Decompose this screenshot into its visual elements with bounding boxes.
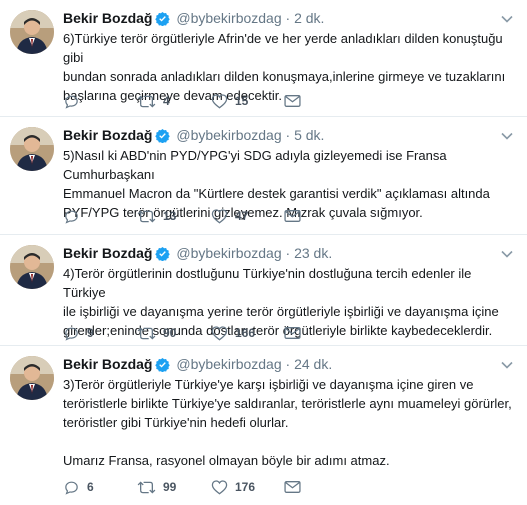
retweet-icon — [137, 208, 156, 225]
tweet-header: Bekir Bozdağ @bybekirbozdag · 23 dk. — [63, 244, 332, 265]
timestamp[interactable]: 2 dk. — [294, 10, 324, 26]
timestamp[interactable]: 5 dk. — [294, 127, 324, 143]
tweet[interactable]: Bekir Bozdağ @bybekirbozdag · 24 dk. 3)T… — [0, 346, 527, 505]
avatar[interactable] — [10, 245, 54, 289]
separator-dot: · — [285, 127, 291, 143]
retweet-button[interactable]: 90 — [137, 324, 176, 342]
retweet-button[interactable]: 4 — [137, 92, 170, 110]
timeline: Bekir Bozdağ @bybekirbozdag · 2 dk. 6)Tü… — [0, 0, 527, 505]
retweet-icon — [137, 93, 156, 110]
like-button[interactable]: 47 — [211, 207, 248, 225]
chevron-down-icon[interactable] — [501, 245, 513, 263]
retweet-icon — [137, 325, 156, 342]
timestamp[interactable]: 23 dk. — [294, 245, 332, 261]
tweet-text: 3)Terör örgütleriyle Türkiye'ye karşı iş… — [63, 377, 512, 468]
reply-icon — [63, 479, 80, 496]
reply-count: 9 — [87, 326, 94, 340]
heart-icon — [211, 208, 228, 224]
author-handle[interactable]: @bybekirbozdag — [176, 127, 281, 143]
tweet-header: Bekir Bozdağ @bybekirbozdag · 2 dk. — [63, 9, 324, 30]
reply-icon — [63, 325, 80, 342]
chevron-down-icon[interactable] — [501, 356, 513, 374]
retweet-count: 4 — [163, 94, 170, 108]
tweet-actions: 6 99 176 — [63, 478, 313, 496]
retweet-icon — [137, 479, 156, 496]
direct-message-button[interactable] — [284, 478, 301, 496]
retweet-button[interactable]: 99 — [137, 478, 176, 496]
separator-dot: · — [285, 356, 291, 372]
separator-dot: · — [285, 245, 291, 261]
separator-dot: · — [285, 10, 291, 26]
heart-icon — [211, 93, 228, 109]
like-button[interactable]: 176 — [211, 478, 255, 496]
author-handle[interactable]: @bybekirbozdag — [176, 10, 281, 26]
avatar[interactable] — [10, 127, 54, 171]
verified-badge-icon — [155, 11, 171, 30]
like-count: 166 — [235, 326, 256, 340]
verified-badge-icon — [155, 246, 171, 265]
avatar[interactable] — [10, 10, 54, 54]
envelope-icon — [284, 209, 301, 223]
chevron-down-icon[interactable] — [501, 127, 513, 145]
direct-message-button[interactable] — [284, 207, 301, 225]
tweet[interactable]: Bekir Bozdağ @bybekirbozdag · 23 dk. 4)T… — [0, 235, 527, 346]
reply-icon — [63, 208, 80, 225]
retweet-button[interactable]: 13 — [137, 207, 176, 225]
retweet-count: 99 — [163, 480, 177, 494]
verified-badge-icon — [155, 357, 171, 376]
reply-button[interactable]: 9 — [63, 324, 94, 342]
like-button[interactable]: 15 — [211, 92, 248, 110]
reply-button[interactable] — [63, 207, 87, 225]
tweet-header: Bekir Bozdağ @bybekirbozdag · 24 dk. — [63, 355, 332, 376]
tweet-actions: 4 15 — [63, 92, 313, 110]
author-name[interactable]: Bekir Bozdağ — [63, 127, 152, 143]
timestamp[interactable]: 24 dk. — [294, 356, 332, 372]
like-count: 47 — [235, 209, 249, 223]
like-count: 176 — [235, 480, 256, 494]
direct-message-button[interactable] — [284, 92, 301, 110]
tweet-actions: 13 47 — [63, 207, 313, 225]
heart-icon — [211, 479, 228, 495]
tweet-header: Bekir Bozdağ @bybekirbozdag · 5 dk. — [63, 126, 324, 147]
reply-button[interactable] — [63, 92, 87, 110]
author-name[interactable]: Bekir Bozdağ — [63, 245, 152, 261]
author-name[interactable]: Bekir Bozdağ — [63, 356, 152, 372]
heart-icon — [211, 325, 228, 341]
avatar[interactable] — [10, 356, 54, 400]
author-handle[interactable]: @bybekirbozdag — [176, 356, 281, 372]
direct-message-button[interactable] — [284, 324, 301, 342]
tweet[interactable]: Bekir Bozdağ @bybekirbozdag · 5 dk. 5)Na… — [0, 117, 527, 235]
like-button[interactable]: 166 — [211, 324, 255, 342]
envelope-icon — [284, 94, 301, 108]
like-count: 15 — [235, 94, 249, 108]
author-name[interactable]: Bekir Bozdağ — [63, 10, 152, 26]
tweet[interactable]: Bekir Bozdağ @bybekirbozdag · 2 dk. 6)Tü… — [0, 0, 527, 117]
envelope-icon — [284, 326, 301, 340]
reply-count: 6 — [87, 480, 94, 494]
tweet-actions: 9 90 166 — [63, 324, 313, 342]
envelope-icon — [284, 480, 301, 494]
author-handle[interactable]: @bybekirbozdag — [176, 245, 281, 261]
reply-button[interactable]: 6 — [63, 478, 94, 496]
chevron-down-icon[interactable] — [501, 10, 513, 28]
retweet-count: 90 — [163, 326, 177, 340]
reply-icon — [63, 93, 80, 110]
retweet-count: 13 — [163, 209, 177, 223]
verified-badge-icon — [155, 128, 171, 147]
